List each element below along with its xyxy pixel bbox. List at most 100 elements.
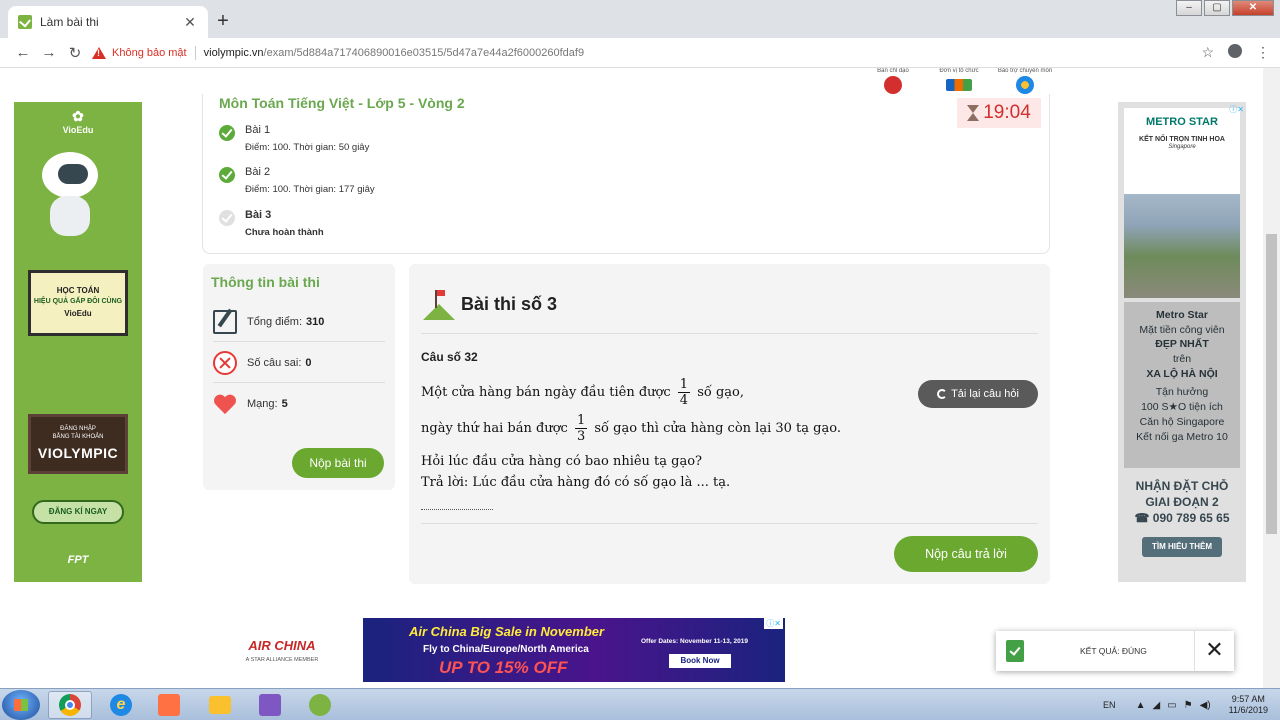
question-text-segment: Một cửa hàng bán ngày đầu tiên được [421, 385, 671, 400]
ad-line: XA LỘ HÀ NỘI [1146, 367, 1218, 380]
fraction-denominator: 4 [679, 393, 689, 408]
wrong-x-icon [213, 350, 237, 375]
internet-explorer-icon: e [110, 694, 132, 716]
visual-studio-icon [259, 694, 281, 716]
reload-question-label: Tải lại câu hỏi [951, 388, 1019, 400]
tray-icons: ▲ ◢ ▭ ⚑ ◀) [1136, 700, 1211, 711]
ad-line: trên [1172, 353, 1192, 366]
system-tray: EN ▲ ◢ ▭ ⚑ ◀) 9:57 AM 11/6/2019 [1103, 689, 1268, 720]
ad-login-line1: ĐĂNG NHẬP [60, 426, 96, 432]
ad-line: Kết nối ga Metro 10 [1136, 430, 1228, 443]
ad-choices-icon[interactable]: ⓘ✕ [1229, 104, 1244, 115]
language-indicator[interactable]: EN [1103, 700, 1116, 710]
right-ad-banner[interactable]: METRO STAR KẾT NỐI TRỌN TINH HOA Singapo… [1118, 102, 1246, 582]
taskbar-media[interactable] [147, 691, 191, 719]
show-hidden-icons-icon[interactable]: ▲ [1136, 700, 1146, 711]
new-tab-button[interactable]: + [212, 10, 234, 32]
reload-question-button[interactable]: Tải lại câu hỏi [918, 380, 1038, 408]
ad-reserve-line1: NHẬN ĐẶT CHỖ [1135, 479, 1229, 493]
ad-choices-icon[interactable]: ⓘ✕ [764, 618, 783, 629]
question-panel: Bài thi số 3 Câu số 32 Một cửa hàng bán … [409, 264, 1050, 584]
profile-icon[interactable] [1228, 44, 1242, 58]
total-score-label: Tổng điểm: [247, 315, 303, 328]
round-item: Bài 2 Điểm: 100. Thời gian: 177 giây [219, 166, 375, 195]
info-title: Thông tin bài thi [211, 274, 320, 290]
page-viewport: Ban chỉ đạo Đơn vị tổ chức Bảo trợ chuyê… [0, 68, 1280, 688]
ad-learn-more-button[interactable]: TÌM HIỂU THÊM [1142, 536, 1222, 558]
ad-headline: HỌC TOÁN [56, 286, 100, 295]
windows-start-button[interactable] [2, 690, 40, 720]
metro-star-cta: NHẬN ĐẶT CHỖ GIAI ĐOẠN 2 ☎ 090 789 65 65… [1124, 478, 1240, 558]
back-button[interactable]: ← [10, 44, 36, 61]
left-ad-banner[interactable]: ✿ VioEdu HỌC TOÁN HIỆU QUẢ GẤP ĐÔI CÙNG … [14, 102, 142, 582]
total-score-row: Tổng điểm: 310 [213, 302, 385, 342]
air-china-logo: AIR CHINA A STAR ALLIANCE MEMBER [240, 638, 324, 674]
lives-label: Mạng: [247, 398, 278, 410]
banner-offer-dates: Offer Dates: November 11-13, 2019 [641, 638, 748, 645]
violympic-favicon-icon [18, 15, 32, 29]
security-label[interactable]: Không bảo mật [112, 47, 187, 59]
exam-info-panel: Thông tin bài thi Tổng điểm: 310 Số câu … [203, 264, 395, 490]
wrong-count-row: Số câu sai: 0 [213, 343, 385, 383]
ad-register-button[interactable]: ĐĂNG KÍ NGAY [32, 500, 124, 524]
question-line-4: Trả lời: Lúc đầu cửa hàng đó có số gạo l… [421, 475, 731, 490]
toast-close-button[interactable]: ✕ [1194, 631, 1234, 671]
network-icon[interactable]: ◢ [1152, 700, 1160, 711]
book-now-button[interactable]: Book Now [669, 654, 731, 668]
mountain-flag-icon [423, 288, 455, 320]
vioedu-brand: VioEdu [62, 125, 94, 135]
taskbar-chrome[interactable] [48, 691, 92, 719]
scrollbar-thumb[interactable] [1266, 234, 1277, 534]
action-center-flag-icon[interactable]: ⚑ [1184, 700, 1193, 711]
question-section-title: Bài thi số 3 [461, 294, 558, 314]
fraction: 13 [574, 414, 588, 443]
question-line-3: Hỏi lúc đầu cửa hàng có bao nhiêu tạ gạo… [421, 454, 703, 469]
ad-line: Mặt tiền công viên [1139, 323, 1225, 336]
submit-exam-button[interactable]: Nộp bài thi [292, 448, 384, 478]
fraction: 14 [677, 378, 691, 408]
page-scrollbar[interactable] [1263, 68, 1280, 688]
tab-active[interactable]: Làm bài thi ✕ [8, 6, 208, 38]
air-china-banner[interactable]: Air China Big Sale in November Fly to Ch… [363, 618, 785, 682]
url-field[interactable]: Không bảo mật violympic.vn/exam/5d884a71… [92, 41, 1202, 65]
answer-input[interactable] [421, 496, 493, 510]
vioedu-logo: ✿ VioEdu [14, 108, 142, 135]
check-icon [219, 167, 235, 183]
star-icon[interactable]: ☆ [1201, 44, 1214, 61]
round-meta: Điểm: 100. Thời gian: 177 giây [245, 184, 375, 195]
score-sheet-icon [213, 309, 237, 334]
taskbar-ie[interactable]: e [99, 691, 143, 719]
robot-mascot-icon [36, 152, 106, 242]
round-item-current: Bài 3 Chưa hoàn thành [219, 209, 324, 238]
taskbar-violympic[interactable] [298, 691, 342, 719]
window-close-button[interactable]: ✕ [1232, 0, 1274, 16]
metro-star-tagline: KẾT NỐI TRỌN TINH HOA [1139, 136, 1225, 144]
taskbar-visual-studio[interactable] [248, 691, 292, 719]
reload-button[interactable]: ↻ [62, 44, 88, 62]
ad-line: ĐẸP NHẤT [1155, 338, 1209, 351]
ad-headline-box: HỌC TOÁN HIỆU QUẢ GẤP ĐÔI CÙNG VioEdu [28, 270, 128, 336]
menu-icon[interactable]: ⋮ [1256, 44, 1270, 61]
ad-phone: ☎ 090 789 65 65 [1134, 511, 1230, 526]
minimize-button[interactable]: – [1176, 0, 1202, 16]
globe-icon [1016, 76, 1034, 94]
tab-close-icon[interactable]: ✕ [182, 14, 198, 31]
exam-timer: 19:04 [957, 98, 1041, 128]
power-icon[interactable]: ▭ [1167, 700, 1176, 711]
taskbar-explorer[interactable] [198, 691, 242, 719]
volume-icon[interactable]: ◀) [1200, 700, 1211, 711]
maximize-button[interactable]: ▢ [1204, 0, 1230, 16]
ad-reserve-line2: GIAI ĐOẠN 2 [1145, 495, 1219, 510]
submit-answer-button[interactable]: Nộp câu trả lời [894, 536, 1038, 572]
hourglass-icon [967, 105, 980, 121]
emblem-icon [884, 76, 902, 94]
banner-headline: Air China Big Sale in November [409, 624, 605, 639]
fpt-logo-icon [946, 79, 972, 91]
violympic-app-icon [309, 694, 331, 716]
forward-button[interactable]: → [36, 44, 62, 61]
metro-star-details: Metro Star Mặt tiền công viên ĐẸP NHẤT t… [1124, 302, 1240, 468]
refresh-icon [937, 389, 948, 399]
org-label: Ban chỉ đạo [877, 68, 909, 74]
taskbar-clock[interactable]: 9:57 AM 11/6/2019 [1229, 694, 1268, 717]
divider [421, 333, 1038, 334]
